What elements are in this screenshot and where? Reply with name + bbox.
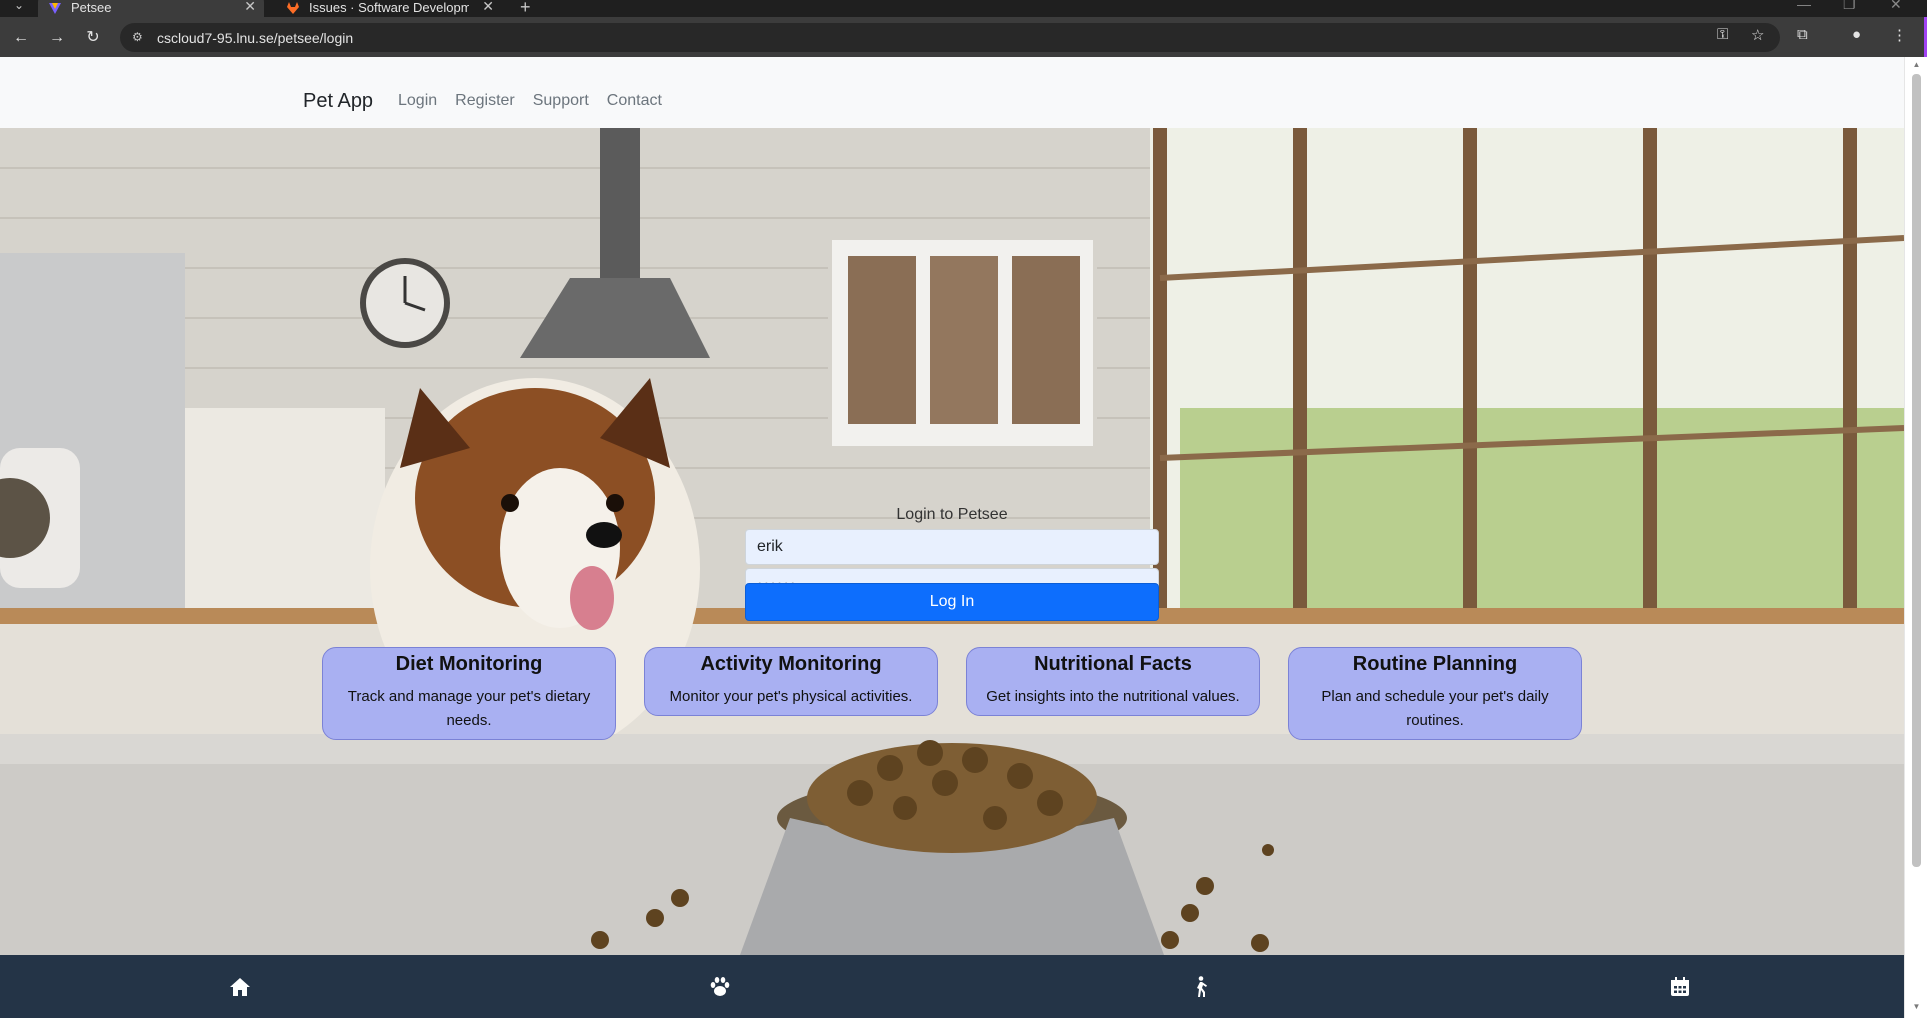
extensions-icon[interactable]: ⧉ [1797,26,1808,43]
feature-description: Monitor your pet's physical activities. [669,688,913,705]
nav-link-support[interactable]: Support [533,92,589,110]
feature-card-routine[interactable]: Routine Planning Plan and schedule your … [1288,647,1582,740]
reload-icon[interactable]: ↻ [82,27,104,49]
url-text[interactable]: cscloud7-95.lnu.se/petsee/login [157,30,353,46]
scrollbar-thumb[interactable] [1912,74,1921,867]
address-bar[interactable]: ⚙ cscloud7-95.lnu.se/petsee/login [120,23,1780,52]
walking-icon[interactable] [1188,975,1212,999]
navbar: Pet App Login Register Support Contact [0,57,1904,128]
window-close-icon[interactable]: ✕ [1890,0,1902,13]
paw-icon[interactable] [708,975,732,999]
feature-card-nutrition[interactable]: Nutritional Facts Get insights into the … [966,647,1260,716]
browser-toolbar: ← → ↻ ⚙ cscloud7-95.lnu.se/petsee/login … [0,17,1927,57]
forward-icon[interactable]: → [46,27,68,49]
nav-link-login[interactable]: Login [398,92,437,110]
feature-description: Plan and schedule your pet's daily routi… [1321,688,1549,729]
login-heading: Login to Petsee [896,506,1008,523]
close-tab-icon[interactable]: ✕ [244,0,256,15]
browser-tab-petsee[interactable]: Petsee ✕ [38,0,264,17]
nav-links: Login Register Support Contact [398,92,662,110]
profile-icon[interactable]: ● [1852,26,1861,43]
login-button[interactable]: Log In [745,583,1159,621]
home-icon[interactable] [228,975,252,999]
bookmark-star-icon[interactable]: ☆ [1751,26,1764,44]
feature-title: Nutritional Facts [1034,653,1192,675]
feature-title: Routine Planning [1352,653,1518,675]
page-scrollbar[interactable]: ▲ ▼ [1904,57,1927,1018]
feature-card-diet[interactable]: Diet Monitoring Track and manage your pe… [322,647,616,740]
back-icon[interactable]: ← [10,27,32,49]
username-input[interactable]: erik [745,529,1159,565]
feature-cards: Diet Monitoring Track and manage your pe… [322,647,1583,740]
password-key-icon[interactable]: ⚿ [1717,26,1728,43]
minimize-icon[interactable]: — [1797,0,1811,12]
calendar-icon[interactable] [1668,975,1692,999]
site-info-icon[interactable]: ⚙ [132,30,146,44]
feature-card-activity[interactable]: Activity Monitoring Monitor your pet's p… [644,647,938,716]
feature-title: Diet Monitoring [395,653,543,675]
scroll-down-icon[interactable]: ▼ [1912,1002,1921,1011]
scroll-up-icon[interactable]: ▲ [1912,60,1921,69]
gitlab-favicon-icon [287,2,299,14]
nav-link-contact[interactable]: Contact [607,92,662,110]
browser-tab-strip: ⌄ Petsee ✕ Issues · Software Development… [0,0,1927,17]
tab-search-chevron-icon[interactable]: ⌄ [6,0,32,16]
close-tab-icon[interactable]: ✕ [482,0,494,15]
hero-section: Login to Petsee erik •••••• Log In Diet … [0,128,1904,955]
restore-icon[interactable]: ❐ [1843,0,1856,13]
petsee-favicon-icon [49,3,61,14]
more-menu-icon[interactable]: ⋮ [1892,26,1907,44]
browser-tab-issues[interactable]: Issues · Software Development ✕ [276,0,502,17]
feature-description: Track and manage your pet's dietary need… [347,688,591,729]
nav-link-register[interactable]: Register [455,92,515,110]
feature-description: Get insights into the nutritional values… [986,688,1240,705]
tab-title: Petsee [71,0,112,15]
brand-link[interactable]: Pet App [303,90,373,113]
feature-title: Activity Monitoring [700,653,882,675]
tab-title: Issues · Software Development [309,0,469,15]
page: Pet App Login Register Support Contact L… [0,57,1904,1018]
new-tab-icon[interactable]: + [520,0,531,18]
bottom-nav [0,955,1904,1018]
